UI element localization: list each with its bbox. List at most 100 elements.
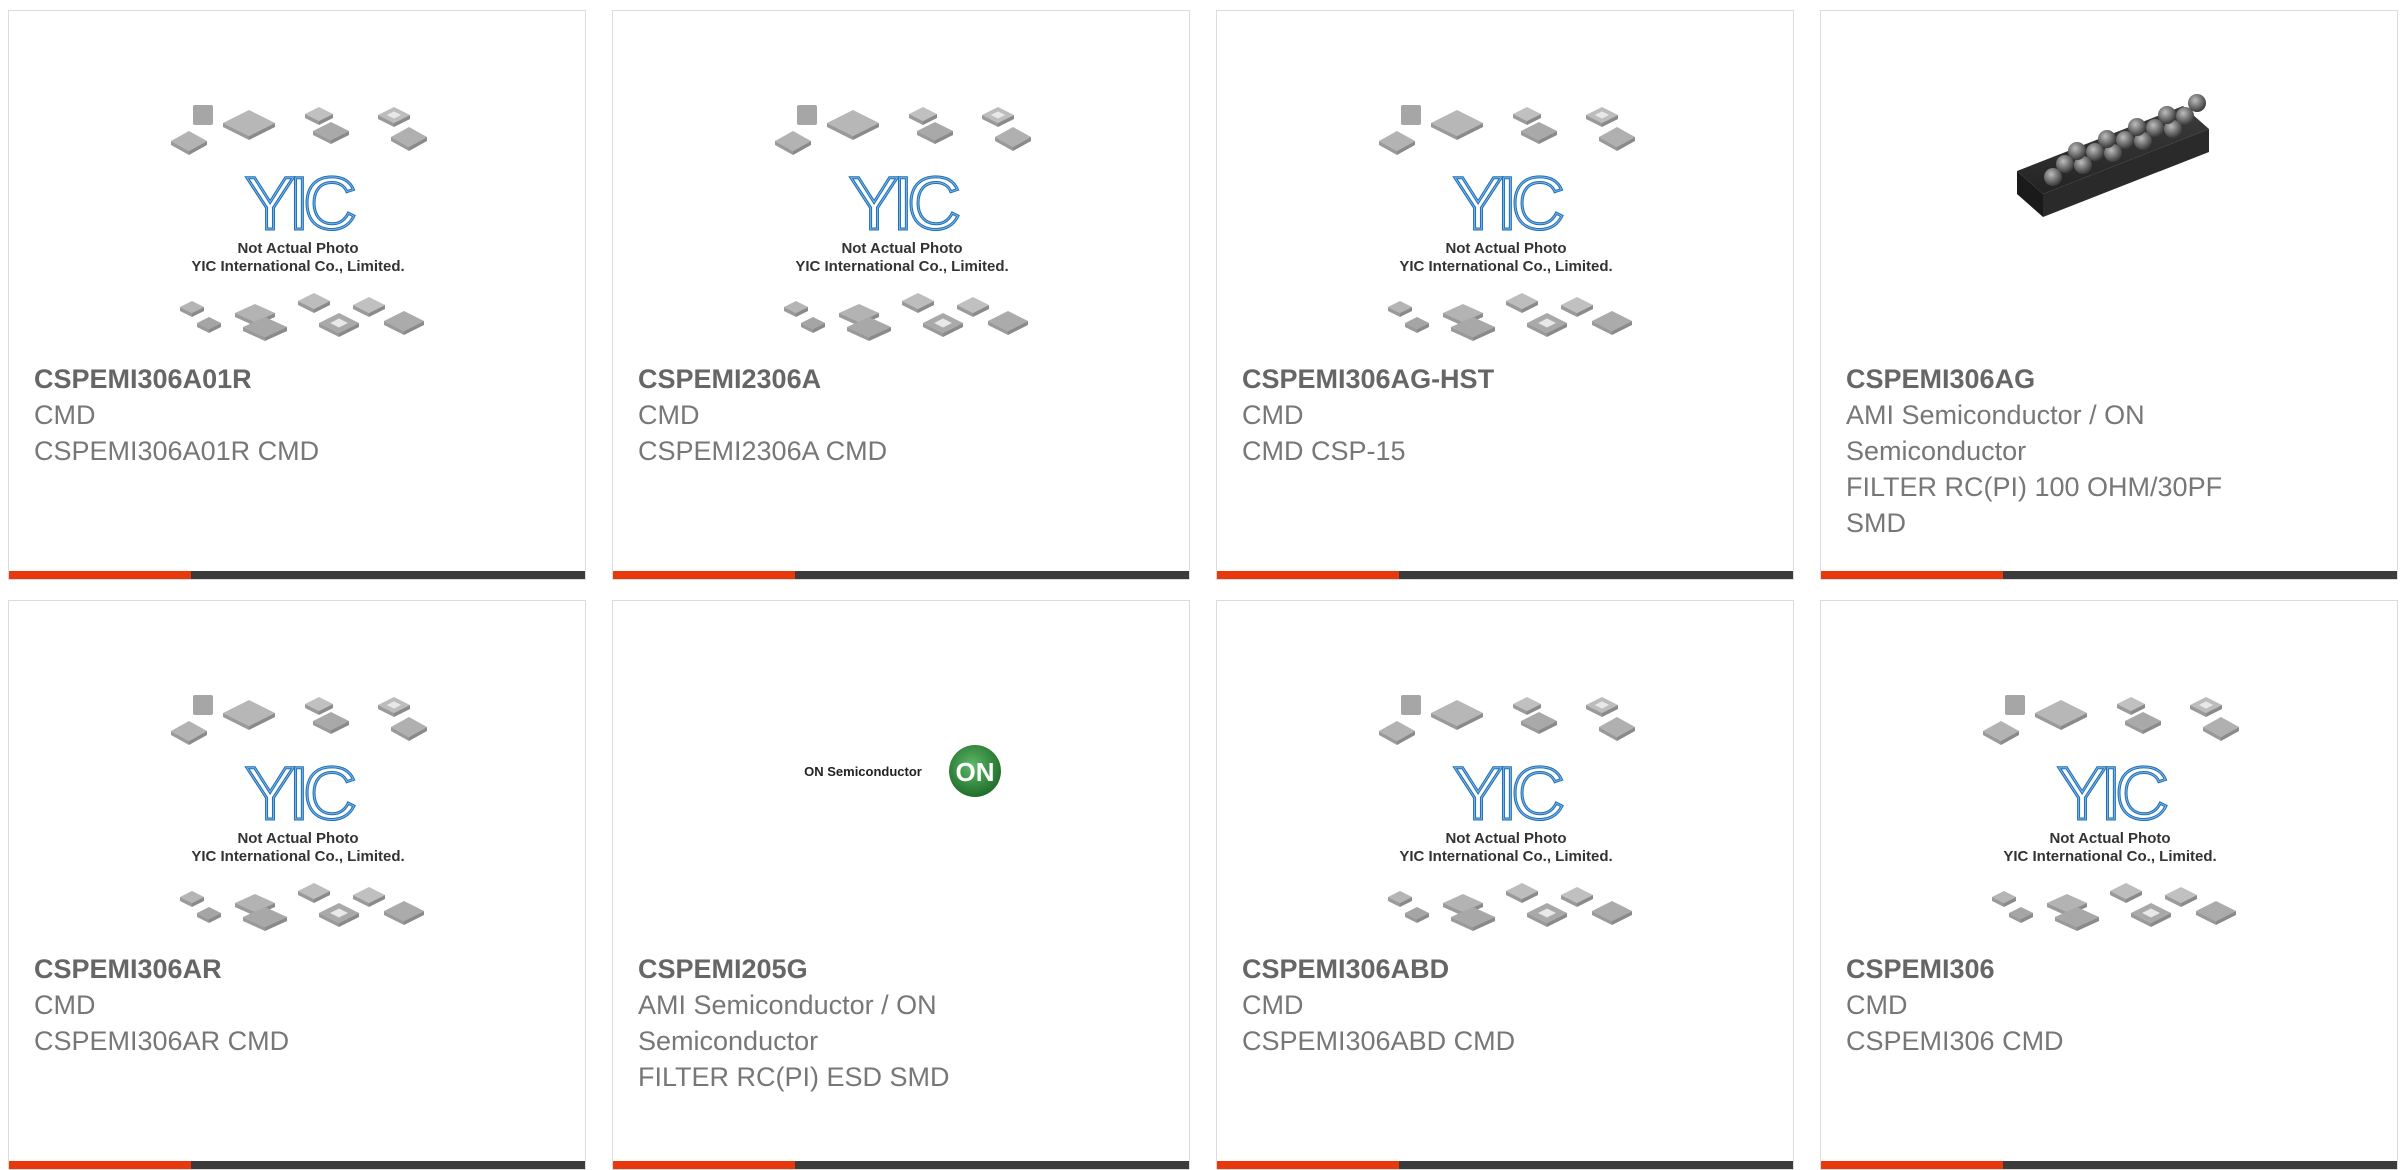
product-card[interactable]: ON Semiconductor ON CSPEMI205G AMI Semic…	[612, 600, 1190, 1170]
card-accent-bar	[613, 1161, 795, 1169]
solder-ball	[2098, 130, 2116, 148]
chip-icons-bottom	[180, 293, 424, 341]
solder-ball	[2158, 106, 2176, 124]
company-name-text: YIC International Co., Limited.	[795, 258, 1008, 275]
chip-icons-top	[1983, 695, 2239, 745]
card-accent-bar	[1217, 1161, 1399, 1169]
product-card[interactable]: YIC YIC Not Actual Photo YIC International …	[8, 600, 586, 1170]
on-wordmark: ON Semiconductor	[804, 764, 922, 779]
part-number[interactable]: CSPEMI306AG	[1846, 361, 2372, 397]
manufacturer: CMD	[1242, 400, 1304, 430]
chip-icons-top	[171, 695, 427, 745]
product-card[interactable]: YIC YIC Not Actual Photo YIC International …	[612, 10, 1190, 580]
part-number[interactable]: CSPEMI306ABD	[1242, 951, 1768, 987]
not-actual-photo-text: Not Actual Photo	[237, 240, 358, 257]
part-number[interactable]: CSPEMI205G	[638, 951, 1164, 987]
on-semiconductor-logo: ON Semiconductor ON	[613, 601, 1189, 941]
description: CSPEMI306ABD CMD	[1242, 1026, 1516, 1056]
company-name-text: YIC International Co., Limited.	[1399, 258, 1612, 275]
svg-text:YIC: YIC	[245, 162, 354, 245]
description: FILTER RC(PI) 100 OHM/30PF SMD	[1846, 472, 2223, 538]
bga-chip-photo	[1821, 11, 2397, 351]
manufacturer: AMI Semiconductor / ON Semiconductor	[638, 990, 937, 1056]
chip-icons-bottom	[1388, 293, 1632, 341]
description: CSPEMI306 CMD	[1846, 1026, 2064, 1056]
solder-ball	[2068, 142, 2086, 160]
part-number[interactable]: CSPEMI306AG-HST	[1242, 361, 1768, 397]
manufacturer: CMD	[638, 400, 700, 430]
card-bottom-bar	[1217, 571, 1793, 579]
yic-logo: YICYIC	[2056, 751, 2174, 837]
part-number[interactable]: CSPEMI306A01R	[34, 361, 560, 397]
card-bottom-bar	[9, 1161, 585, 1169]
not-actual-photo-text: Not Actual Photo	[1445, 240, 1566, 257]
yic-placeholder-image: YIC YIC Not Actual Photo YIC International …	[9, 11, 585, 351]
svg-text:YIC: YIC	[2057, 752, 2166, 835]
yic-placeholder-image: YIC YIC Not Actual Photo YIC International …	[613, 11, 1189, 351]
card-bottom-bar	[1821, 571, 2397, 579]
product-grid: YIC YIC Not Actual Photo YIC International …	[0, 0, 2400, 1170]
company-name-text: YIC International Co., Limited.	[191, 258, 404, 275]
manufacturer: CMD	[34, 400, 96, 430]
product-card[interactable]: YIC YIC Not Actual Photo YIC International …	[1216, 10, 1794, 580]
chip-icons-top	[775, 105, 1031, 155]
yic-placeholder-image: YIC YIC Not Actual Photo YIC International …	[1217, 11, 1793, 351]
manufacturer: AMI Semiconductor / ON Semiconductor	[1846, 400, 2145, 466]
description: CSPEMI306AR CMD	[34, 1026, 290, 1056]
manufacturer: CMD	[34, 990, 96, 1020]
on-badge-text: ON	[956, 757, 995, 787]
chip-icons-bottom	[1388, 883, 1632, 931]
card-accent-bar	[9, 1161, 191, 1169]
solder-ball	[2188, 94, 2206, 112]
yic-logo: YICYIC	[244, 751, 362, 837]
yic-placeholder-image: YIC YIC Not Actual Photo YIC International …	[1217, 601, 1793, 941]
description: CSPEMI306A01R CMD	[34, 436, 320, 466]
chip-icons-top	[1379, 105, 1635, 155]
product-card[interactable]: YIC YIC Not Actual Photo YIC International …	[8, 10, 586, 580]
chip-icons-bottom	[1992, 883, 2236, 931]
company-name-text: YIC International Co., Limited.	[2003, 848, 2216, 865]
yic-placeholder-image: YIC YIC Not Actual Photo YIC International …	[9, 601, 585, 941]
chip-icons-bottom	[784, 293, 1028, 341]
svg-text:YIC: YIC	[1453, 752, 1562, 835]
yic-placeholder-image: YIC YIC Not Actual Photo YIC International …	[1821, 601, 2397, 941]
yic-logo: YICYIC	[244, 161, 362, 247]
not-actual-photo-text: Not Actual Photo	[2049, 830, 2170, 847]
part-number[interactable]: CSPEMI306	[1846, 951, 2372, 987]
manufacturer: CMD	[1242, 990, 1304, 1020]
svg-text:YIC: YIC	[245, 752, 354, 835]
chip-icons-top	[171, 105, 427, 155]
chip-icons-top	[1379, 695, 1635, 745]
card-accent-bar	[613, 571, 795, 579]
card-bottom-bar	[1217, 1161, 1793, 1169]
product-card[interactable]: YIC YIC Not Actual Photo YIC International …	[1820, 600, 2398, 1170]
svg-text:YIC: YIC	[849, 162, 958, 245]
description: FILTER RC(PI) ESD SMD	[638, 1062, 950, 1092]
card-bottom-bar	[613, 1161, 1189, 1169]
yic-logo: YICYIC	[848, 161, 966, 247]
part-number[interactable]: CSPEMI2306A	[638, 361, 1164, 397]
chip-icons-bottom	[180, 883, 424, 931]
description: CMD CSP-15	[1242, 436, 1406, 466]
description: CSPEMI2306A CMD	[638, 436, 888, 466]
not-actual-photo-text: Not Actual Photo	[1445, 830, 1566, 847]
solder-ball	[2128, 118, 2146, 136]
not-actual-photo-text: Not Actual Photo	[841, 240, 962, 257]
svg-text:YIC: YIC	[1453, 162, 1562, 245]
part-number[interactable]: CSPEMI306AR	[34, 951, 560, 987]
bga-chip-icon	[2017, 94, 2209, 217]
card-accent-bar	[1821, 571, 2003, 579]
card-bottom-bar	[613, 571, 1189, 579]
company-name-text: YIC International Co., Limited.	[191, 848, 404, 865]
card-accent-bar	[9, 571, 191, 579]
product-card[interactable]: YIC YIC Not Actual Photo YIC International …	[1216, 600, 1794, 1170]
card-accent-bar	[1821, 1161, 2003, 1169]
yic-logo: YICYIC	[1452, 161, 1570, 247]
company-name-text: YIC International Co., Limited.	[1399, 848, 1612, 865]
not-actual-photo-text: Not Actual Photo	[237, 830, 358, 847]
card-accent-bar	[1217, 571, 1399, 579]
card-bottom-bar	[9, 571, 585, 579]
product-card[interactable]: CSPEMI306AG AMI Semiconductor / ON Semic…	[1820, 10, 2398, 580]
manufacturer: CMD	[1846, 990, 1908, 1020]
yic-logo: YICYIC	[1452, 751, 1570, 837]
